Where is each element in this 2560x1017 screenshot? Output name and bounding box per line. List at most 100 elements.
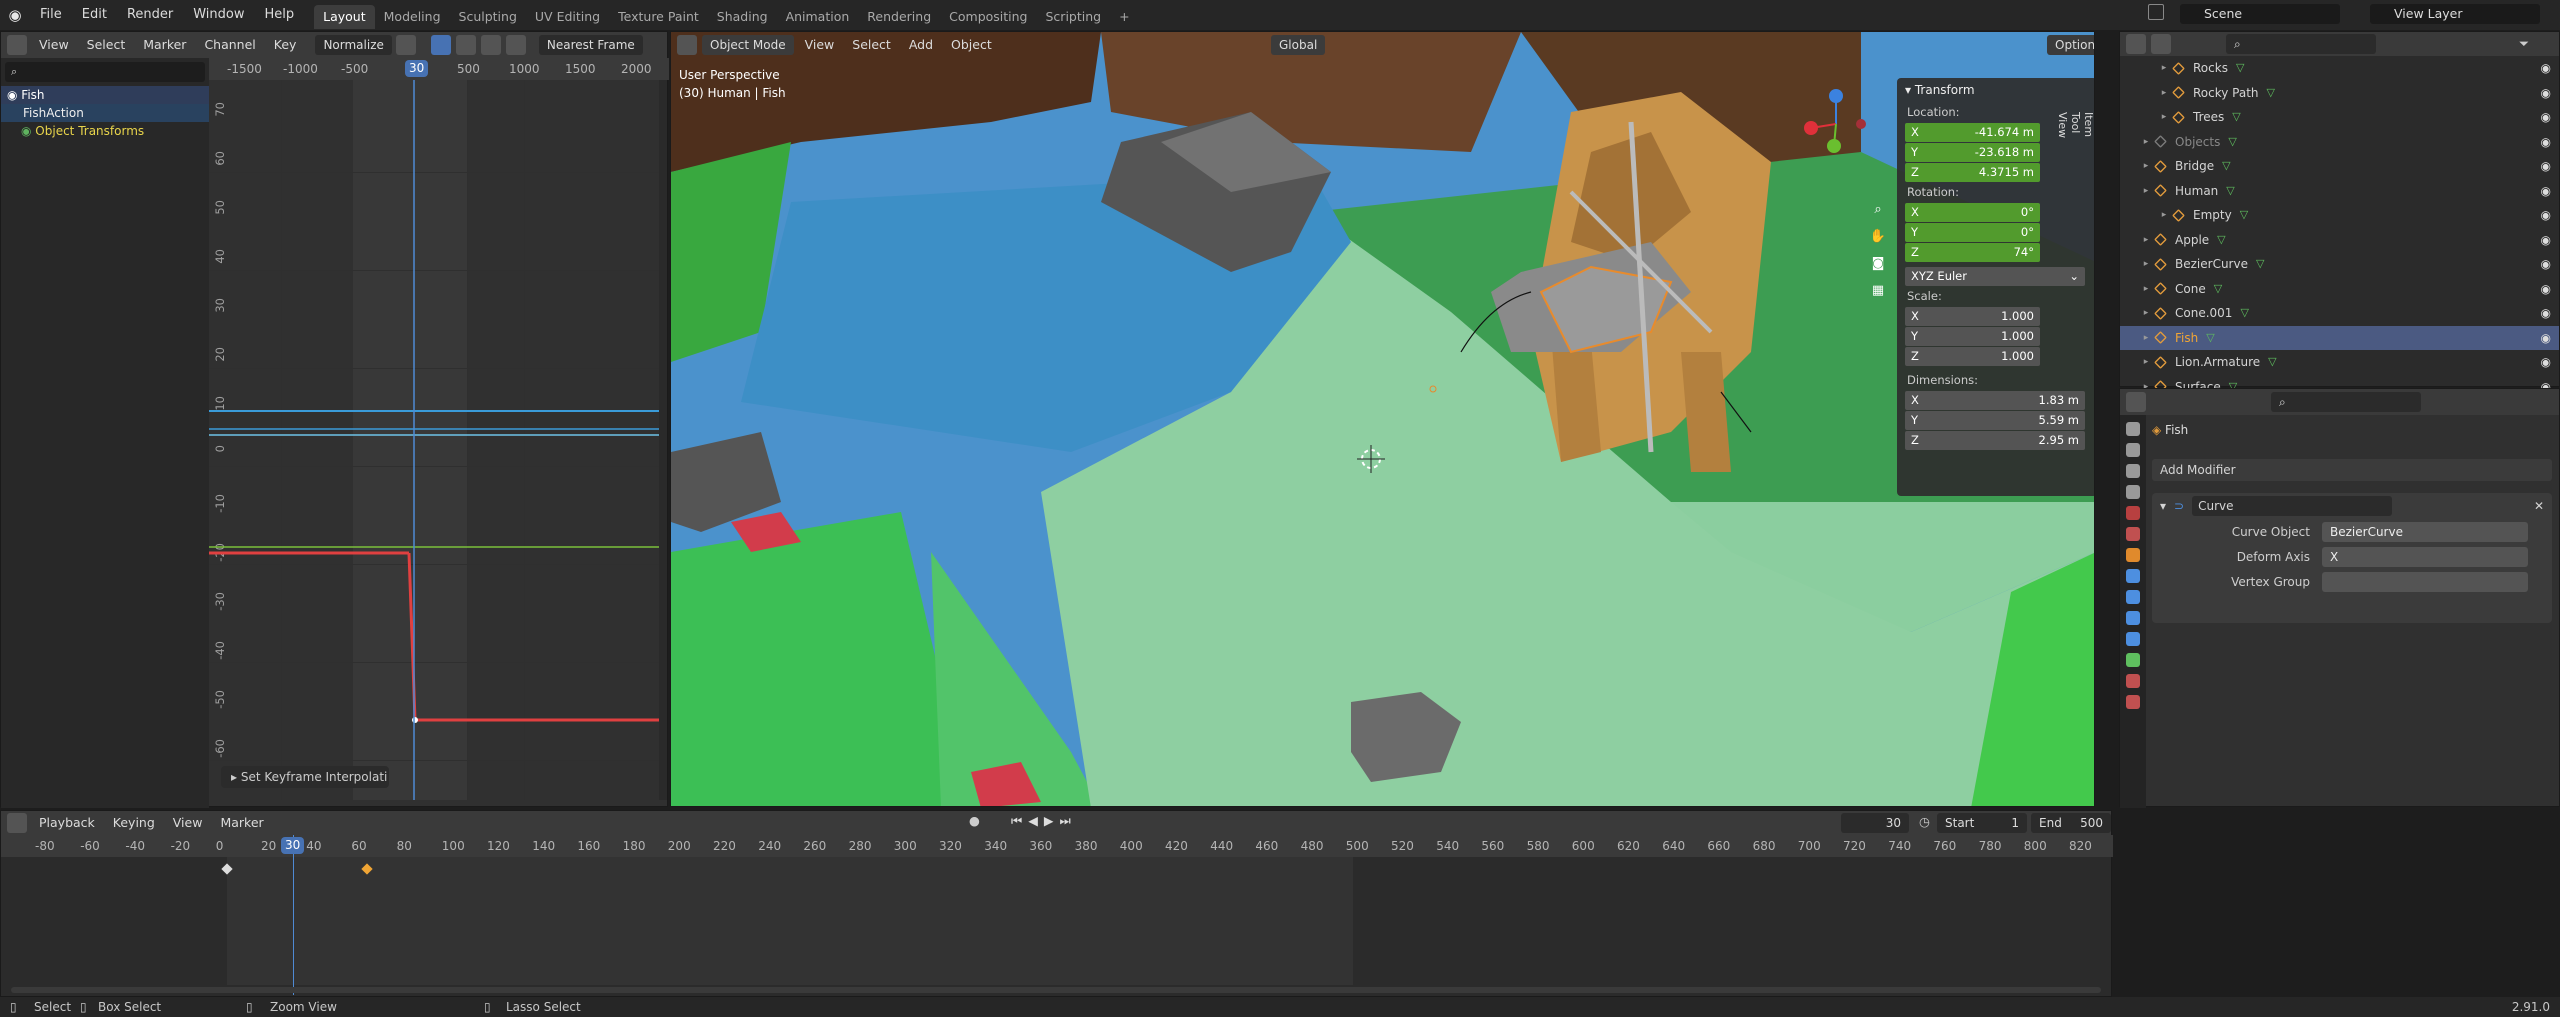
menu-file[interactable]: File xyxy=(30,0,72,30)
visibility-eye-icon[interactable]: ◉ xyxy=(2541,105,2551,130)
channel-visible-icon[interactable]: ◉ xyxy=(21,124,35,138)
visibility-eye-icon[interactable]: ◉ xyxy=(2541,350,2551,375)
refresh-icon[interactable] xyxy=(395,35,416,55)
timeline-menu-playback[interactable]: Playback xyxy=(32,813,102,833)
outliner-row[interactable]: ▸ Cone.001 ▽ ◉ xyxy=(2120,301,2559,326)
scene-selector[interactable]: Scene xyxy=(2180,4,2340,24)
expand-icon[interactable]: ▸ xyxy=(2138,228,2154,253)
add-workspace-button[interactable]: + xyxy=(1110,5,1138,29)
timeline-frame-ruler[interactable]: -80 -60 -40 -20 0 20 40 60 80 100 120 140 160 180 200 2… xyxy=(1,835,2113,857)
rotation-mode-dropdown[interactable]: XYZ Euler ⌄ xyxy=(1905,267,2085,286)
visibility-eye-icon[interactable]: ◉ xyxy=(2541,154,2551,179)
dimension-z-field[interactable]: Z 2.95 m xyxy=(1905,431,2085,450)
transform-orientation-dropdown[interactable]: Global xyxy=(1271,35,1326,55)
tab-compositing[interactable]: Compositing xyxy=(940,5,1036,29)
display-mode-icon[interactable] xyxy=(2151,34,2171,54)
navigation-gizmo[interactable] xyxy=(1801,84,1871,174)
editor-type-icon[interactable] xyxy=(2126,392,2146,412)
tab-item[interactable]: Item xyxy=(2082,112,2094,137)
channel-fish[interactable]: ◉ Fish xyxy=(1,86,209,104)
tool-tab-icon[interactable] xyxy=(2126,422,2140,436)
vp-menu-select[interactable]: Select xyxy=(845,35,898,55)
outliner-row[interactable]: ▸ Human ▽ ◉ xyxy=(2120,179,2559,204)
eye-icon[interactable]: ◉ xyxy=(7,88,21,102)
rotation-z-field[interactable]: Z 74° xyxy=(1905,243,2040,262)
outliner-row[interactable]: ▸ Objects ▽ ◉ xyxy=(2120,130,2559,155)
modifier-name-field[interactable]: Curve xyxy=(2192,496,2393,516)
expand-icon[interactable]: ▸ xyxy=(2156,105,2172,130)
tab-rendering[interactable]: Rendering xyxy=(858,5,940,29)
outliner-row[interactable]: ▸ Trees ▽ ◉ xyxy=(2120,105,2559,130)
scale-y-field[interactable]: Y 1.000 xyxy=(1905,327,2040,346)
timeline-menu-keying[interactable]: Keying xyxy=(106,813,162,833)
outliner-search-icon[interactable]: ⌕ xyxy=(2226,34,2376,54)
tab-shading[interactable]: Shading xyxy=(708,5,777,29)
editor-type-icon[interactable] xyxy=(7,813,27,833)
editor-type-icon[interactable] xyxy=(7,35,27,55)
filter-icon[interactable] xyxy=(480,35,501,55)
timeline-scrollbar[interactable] xyxy=(11,987,2101,993)
visibility-eye-icon[interactable]: ◉ xyxy=(2541,277,2551,302)
expand-icon[interactable]: ▸ xyxy=(2138,277,2154,302)
vp-menu-object[interactable]: Object xyxy=(944,35,999,55)
timeline-menu-view[interactable]: View xyxy=(166,813,210,833)
tab-view[interactable]: View xyxy=(2056,112,2069,157)
view-layer-tab-icon[interactable] xyxy=(2126,485,2140,499)
playback-controls-icon[interactable]: ⏮◀▶⏭ xyxy=(1011,813,1077,829)
scene-render[interactable] xyxy=(671,32,2095,807)
outliner-row[interactable]: ▸ Cone ▽ ◉ xyxy=(2120,277,2559,302)
vp-menu-view[interactable]: View xyxy=(798,35,842,55)
modifier-tab-icon[interactable] xyxy=(2126,569,2140,583)
timeline-current-frame-badge[interactable]: 30 xyxy=(281,837,305,854)
vp-menu-add[interactable]: Add xyxy=(902,35,940,55)
pivot-icon[interactable] xyxy=(505,35,526,55)
visibility-eye-icon[interactable]: ◉ xyxy=(2541,301,2551,326)
visibility-eye-icon[interactable]: ◉ xyxy=(2541,228,2551,253)
location-y-field[interactable]: Y -23.618 m xyxy=(1905,143,2040,162)
dimension-y-field[interactable]: Y 5.59 m xyxy=(1905,411,2085,430)
graph-menu-select[interactable]: Select xyxy=(80,35,133,55)
rotation-y-field[interactable]: Y 0° xyxy=(1905,223,2040,242)
world-tab-icon[interactable] xyxy=(2126,527,2140,541)
scale-z-field[interactable]: Z 1.000 xyxy=(1905,347,2040,366)
modifier-header[interactable]: ▾ ⊃ Curve ✕ xyxy=(2152,493,2552,519)
particles-tab-icon[interactable] xyxy=(2126,590,2140,604)
tab-tool[interactable]: Tool xyxy=(2069,112,2082,137)
outliner-row[interactable]: ▸ Rocks ▽ ◉ xyxy=(2120,56,2559,81)
outliner-row[interactable]: ▸ Fish ▽ ◉ xyxy=(2120,325,2559,350)
outliner-row[interactable]: ▸ Apple ▽ ◉ xyxy=(2120,228,2559,253)
menu-window[interactable]: Window xyxy=(183,0,254,30)
blender-logo-icon[interactable]: ◉ xyxy=(0,6,30,24)
tab-animation[interactable]: Animation xyxy=(777,5,859,29)
graph-menu-key[interactable]: Key xyxy=(267,35,304,55)
timeline-playhead[interactable] xyxy=(293,835,294,995)
menu-edit[interactable]: Edit xyxy=(72,0,117,30)
texture-tab-icon[interactable] xyxy=(2126,695,2140,709)
dimension-x-field[interactable]: X 1.83 m xyxy=(1905,391,2085,410)
curve-rotation-z-drop[interactable] xyxy=(407,552,659,722)
cursor-select-icon[interactable] xyxy=(430,35,451,55)
physics-tab-icon[interactable] xyxy=(2126,611,2140,625)
snap-mode-dropdown[interactable]: Nearest Frame xyxy=(538,35,643,55)
current-frame-field[interactable]: 30 xyxy=(1841,813,1909,833)
camera-icon[interactable]: ◙ xyxy=(1867,256,1889,278)
pan-hand-icon[interactable]: ✋ xyxy=(1867,229,1889,251)
outliner-row[interactable]: ▸ Empty ▽ ◉ xyxy=(2120,203,2559,228)
location-z-field[interactable]: Z 4.3715 m xyxy=(1905,163,2040,182)
material-tab-icon[interactable] xyxy=(2126,674,2140,688)
channel-object-transforms[interactable]: ◉ Object Transforms xyxy=(1,122,209,140)
fcurves[interactable] xyxy=(209,80,659,800)
output-tab-icon[interactable] xyxy=(2126,464,2140,478)
graph-frame-ruler[interactable]: -1500 -1000 -500 500 1000 1500 2000 30 xyxy=(209,58,669,80)
curve-object-field[interactable]: BezierCurve xyxy=(2322,521,2528,542)
tab-scripting[interactable]: Scripting xyxy=(1037,5,1111,29)
normalize-toggle[interactable]: Normalize xyxy=(315,35,392,55)
constraints-tab-icon[interactable] xyxy=(2126,632,2140,646)
graph-area[interactable]: 70 60 50 40 30 20 10 0 -10 -20 -30 -40 -… xyxy=(209,80,659,800)
expand-icon[interactable]: ▸ xyxy=(2156,203,2172,228)
tab-uv-editing[interactable]: UV Editing xyxy=(526,5,609,29)
visibility-eye-icon[interactable]: ◉ xyxy=(2541,56,2551,81)
box-select-icon[interactable] xyxy=(455,35,476,55)
editor-type-icon[interactable] xyxy=(2126,34,2146,54)
start-frame-field[interactable]: Start 1 xyxy=(1937,813,2027,833)
